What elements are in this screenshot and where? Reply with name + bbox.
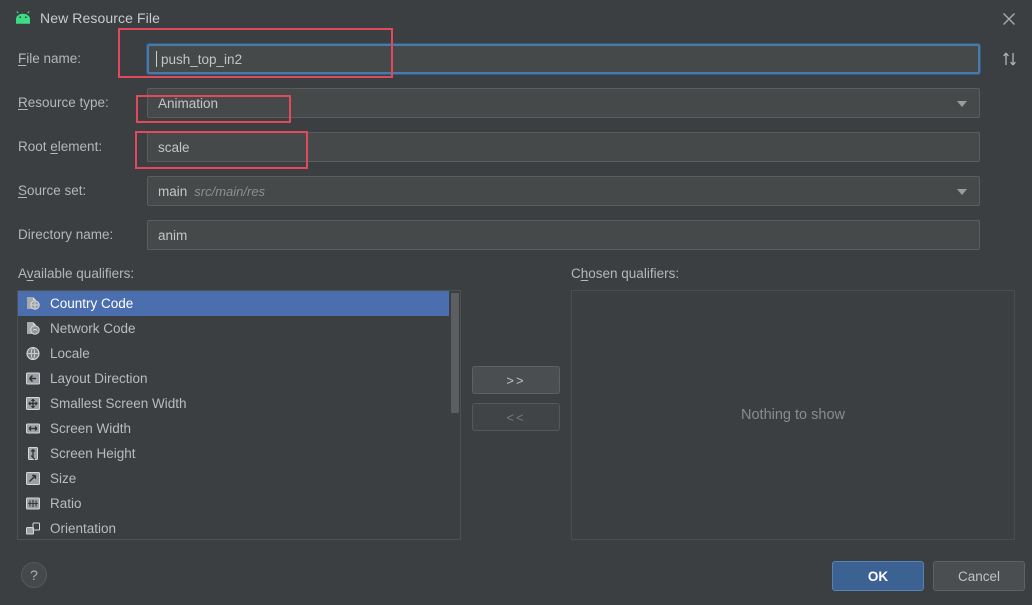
- resource-type-label: Resource type:: [18, 95, 109, 110]
- qualifier-item[interactable]: Country Code: [18, 291, 460, 316]
- qualifier-item[interactable]: Screen Height: [18, 441, 460, 466]
- text-caret: [156, 51, 157, 67]
- qualifier-item-label: Smallest Screen Width: [50, 396, 187, 411]
- resource-type-row: Resource type: Animation: [0, 82, 1032, 126]
- file-name-label: File name:: [18, 51, 82, 66]
- directory-name-row: Directory name: anim: [0, 214, 1032, 258]
- root-element-row: Root element: scale: [0, 126, 1032, 170]
- resource-form: File name: push_top_in2 Resource type: A…: [0, 38, 1032, 258]
- qualifier-item[interactable]: Orientation: [18, 516, 460, 539]
- qualifier-item[interactable]: Screen Width: [18, 416, 460, 441]
- layout-direction-icon: [24, 371, 42, 387]
- available-qualifiers-label: Available qualifiers:: [18, 266, 135, 281]
- close-icon[interactable]: [996, 7, 1022, 31]
- source-set-row: Source set: main src/main/res: [0, 170, 1032, 214]
- available-qualifiers-list[interactable]: Country Code Network Code Locale Layout Dir…: [17, 290, 461, 540]
- qualifier-item-label: Network Code: [50, 321, 136, 336]
- qualifier-item[interactable]: Smallest Screen Width: [18, 391, 460, 416]
- help-button[interactable]: ?: [21, 562, 47, 588]
- screen-height-icon: [24, 446, 42, 462]
- empty-state-text: Nothing to show: [741, 407, 845, 423]
- title-bar: New Resource File: [0, 0, 1032, 38]
- locale-globe-icon: [24, 346, 42, 362]
- qualifier-item[interactable]: Ratio: [18, 491, 460, 516]
- qualifier-item[interactable]: Locale: [18, 341, 460, 366]
- add-qualifier-button[interactable]: >>: [472, 366, 560, 394]
- qualifier-item-label: Locale: [50, 346, 90, 361]
- chevron-down-icon: [957, 101, 967, 107]
- chosen-qualifiers-list[interactable]: Nothing to show: [571, 290, 1015, 540]
- root-element-value: scale: [158, 139, 190, 155]
- android-icon: [14, 11, 32, 27]
- sort-updown-icon[interactable]: [1000, 50, 1020, 68]
- screen-width-icon: [24, 421, 42, 437]
- root-element-label: Root element:: [18, 139, 103, 154]
- source-set-combo[interactable]: main src/main/res: [147, 176, 980, 206]
- ratio-icon: [24, 496, 42, 512]
- remove-qualifier-button[interactable]: <<: [472, 403, 560, 431]
- qualifier-item[interactable]: Network Code: [18, 316, 460, 341]
- qualifier-item-label: Size: [50, 471, 77, 486]
- chevron-down-icon: [957, 189, 967, 195]
- cancel-button[interactable]: Cancel: [933, 561, 1025, 591]
- resource-type-combo[interactable]: Animation: [147, 88, 980, 118]
- chosen-qualifiers-label: Chosen qualifiers:: [571, 266, 680, 281]
- source-set-label: Source set:: [18, 183, 87, 198]
- orientation-icon: [24, 521, 42, 537]
- size-icon: [24, 471, 42, 487]
- qualifier-item[interactable]: Layout Direction: [18, 366, 460, 391]
- directory-name-label: Directory name:: [18, 227, 114, 242]
- scrollbar-thumb[interactable]: [451, 293, 459, 413]
- file-name-row: File name: push_top_in2: [0, 38, 1032, 82]
- directory-name-value: anim: [158, 227, 188, 243]
- directory-name-input[interactable]: anim: [147, 220, 980, 250]
- root-element-input[interactable]: scale: [147, 132, 980, 162]
- source-set-value: main: [158, 183, 188, 199]
- qualifier-item-label: Ratio: [50, 496, 82, 511]
- ok-button[interactable]: OK: [832, 561, 924, 591]
- qualifier-item-label: Country Code: [50, 296, 134, 311]
- qualifier-item-label: Orientation: [50, 521, 117, 536]
- resource-type-value: Animation: [158, 95, 219, 111]
- window-title: New Resource File: [40, 10, 160, 26]
- country-code-icon: [24, 296, 42, 312]
- file-name-value: push_top_in2: [161, 51, 243, 67]
- list-scrollbar[interactable]: [449, 291, 460, 539]
- network-code-icon: [24, 321, 42, 337]
- qualifier-item-label: Layout Direction: [50, 371, 148, 386]
- smallest-screen-width-icon: [24, 396, 42, 412]
- qualifier-item-label: Screen Width: [50, 421, 132, 436]
- file-name-input[interactable]: push_top_in2: [146, 43, 981, 75]
- qualifier-item[interactable]: Size: [18, 466, 460, 491]
- source-set-path-hint: src/main/res: [194, 183, 266, 199]
- qualifier-item-label: Screen Height: [50, 446, 136, 461]
- dialog-footer: ? OK Cancel: [0, 549, 1032, 605]
